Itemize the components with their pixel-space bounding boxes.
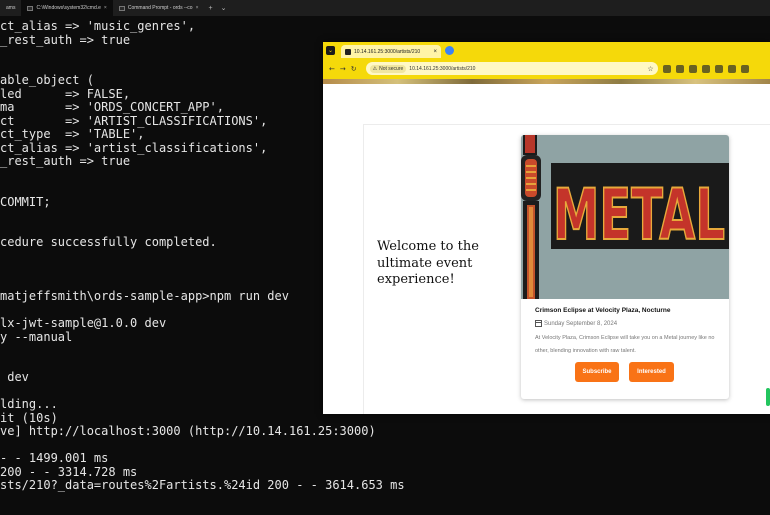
tab-dropdown-button[interactable]: ⌄ [217,4,231,12]
event-date: Sunday September 8, 2024 [535,320,617,327]
terminal-line: _rest_auth => true [0,32,131,47]
back-icon[interactable]: ← [329,65,335,73]
url-text[interactable]: 10.14.161.25:3000/artists/210 [409,66,475,72]
terminal-tab-label: ams [6,5,16,11]
subscribe-button[interactable]: Subscribe [575,362,619,382]
tab-menu-icon[interactable]: ⌄ [326,45,335,55]
extension-icon[interactable] [675,64,684,73]
close-icon[interactable]: × [196,5,199,11]
terminal-line: ve] http://localhost:3000 (http://10.14.… [0,424,376,438]
favicon-icon [345,48,351,55]
browser-tab-title: 10.14.161.25:3000/artists/210 [354,48,421,55]
browser-window: ⌄ 10.14.161.25:3000/artists/210 × ← → ↻ … [323,42,770,414]
terminal-line: ct_alias => 'artist_classifications', [0,140,268,155]
new-tab-icon[interactable] [445,45,454,55]
terminal-line: sts/210?_data=routes%2Fartists.%24id 200… [0,478,405,492]
terminal-line: led => FALSE, [0,86,131,101]
poster-text: METAL [553,174,725,256]
browser-tab[interactable]: 10.14.161.25:3000/artists/210 × [341,45,441,58]
terminal-tab-3[interactable]: Command Prompt - ords --co × [113,0,205,16]
profile-icon[interactable] [740,64,749,73]
edge-indicator [766,388,770,406]
terminal-line: - - 1499.001 ms [0,451,109,465]
extension-icon[interactable] [714,64,723,73]
terminal-line: able_object ( [0,73,94,87]
terminal-line: it (10s) [0,410,58,425]
terminal-line: ct_alias => 'music_genres', [0,19,196,33]
terminal-tab-2[interactable]: C:\Windows\system32\cmd.e × [21,0,113,16]
event-description: At Velocity Plaza, Crimson Eclipse will … [535,335,715,354]
terminal-line: ma => 'ORDS_CONCERT_APP', [0,100,224,114]
forward-icon[interactable]: → [340,65,346,73]
event-card[interactable]: METAL Crimson Eclipse at Velocity Plaza,… [521,135,729,399]
terminal-line: lding... [0,397,58,411]
extension-icon[interactable] [688,64,697,73]
terminal-line: y --manual [0,329,73,344]
welcome-heading: Welcome to the ultimate event experience… [377,239,479,287]
terminal-line: dev [0,370,29,384]
terminal-line: COMMIT; [0,194,51,209]
warning-icon: ⚠ [372,65,378,72]
terminal-line: lx-jwt-sample@1.0.0 dev [0,316,167,330]
terminal-icon [27,5,34,11]
event-date-label: Sunday September 8, 2024 [544,320,618,327]
browser-toolbar: ← → ↻ ⚠ Not secure 10.14.161.25:3000/art… [323,58,770,79]
bookmark-star-icon[interactable]: ☆ [647,65,653,73]
terminal-line: cedure successfully completed. [0,235,217,249]
calendar-icon [535,320,542,327]
terminal-line: 200 - - 3314.728 ms [0,464,138,479]
terminal-line: matjeffsmith\ords-sample-app>npm run dev [0,289,289,303]
close-icon[interactable]: × [104,5,107,11]
terminal-line: ct => 'ARTIST_CLASSIFICATIONS', [0,113,268,128]
terminal-tab-1[interactable]: ams [0,0,21,16]
terminal-icon [118,5,125,11]
download-icon[interactable] [727,64,736,73]
close-tab-icon[interactable]: × [433,49,437,55]
extension-icon[interactable] [701,64,710,73]
event-poster-image: METAL [521,135,729,299]
terminal-tab-strip: ams C:\Windows\system32\cmd.e × Command … [0,0,770,16]
terminal-tab-label: C:\Windows\system32\cmd.e [36,5,101,11]
terminal-line: _rest_auth => true [0,154,131,168]
terminal-line: ct_type => 'TABLE', [0,127,145,141]
new-tab-button[interactable]: + [205,5,217,12]
browser-titlebar: ⌄ 10.14.161.25:3000/artists/210 × [323,42,770,58]
address-bar[interactable]: ⚠ Not secure 10.14.161.25:3000/artists/2… [365,62,658,75]
extension-icon[interactable] [662,64,671,73]
event-title: Crimson Eclipse at Velocity Plaza, Noctu… [535,307,671,314]
reload-icon[interactable]: ↻ [351,65,357,73]
not-secure-badge[interactable]: ⚠ Not secure [369,64,407,73]
terminal-tab-label: Command Prompt - ords --co [127,5,193,11]
interested-button[interactable]: Interested [629,362,674,382]
not-secure-label: Not secure [379,65,404,72]
